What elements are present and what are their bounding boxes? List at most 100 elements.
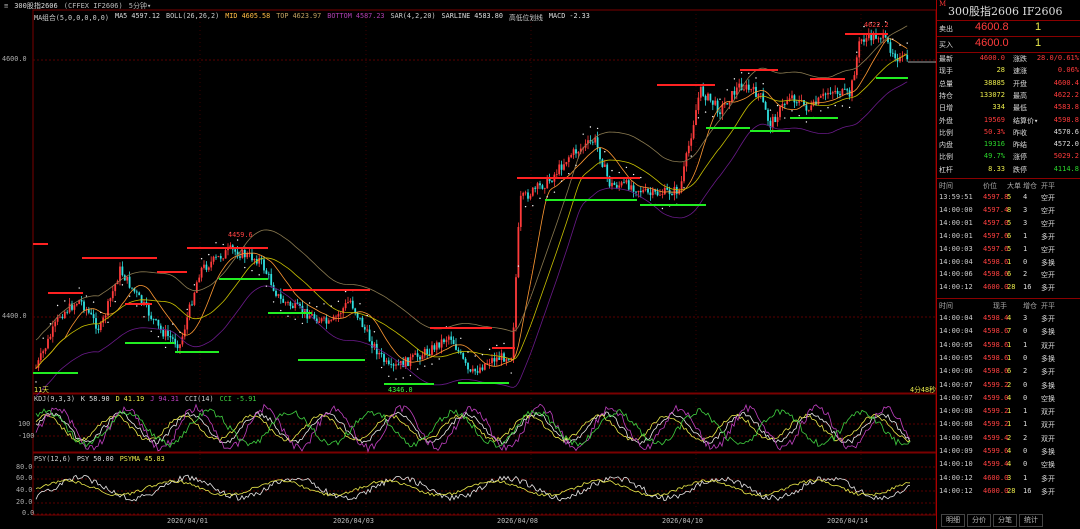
indicator-value: PSY(12,6)	[34, 455, 71, 463]
sar-dot	[402, 377, 404, 379]
trade-row[interactable]: 14:00:04 4598.4 4 3 多开	[937, 314, 1080, 326]
indicator-value: CCI(14)	[184, 395, 214, 403]
buy-row[interactable]: 买入 4600.0 1	[937, 37, 1080, 52]
candle-body	[906, 54, 909, 60]
trade-row[interactable]: 14:00:04 4598.6 7 0 多换	[937, 327, 1080, 339]
trade-cell: 8	[1007, 205, 1012, 214]
trade-row[interactable]: 14:00:08 4599.2 1 1 双开	[937, 420, 1080, 432]
trade-row[interactable]: 14:00:07 4599.2 2 0 多换	[937, 381, 1080, 393]
trade-row[interactable]: 14:00:09 4599.6 4 0 多换	[937, 447, 1080, 459]
candle-body	[666, 187, 669, 190]
candle-body	[291, 305, 294, 309]
candle-body	[839, 93, 841, 96]
candle-body	[791, 95, 793, 99]
candle-body	[263, 259, 265, 271]
trade-cell: 多开	[1041, 232, 1055, 241]
buy-price: 4600.0	[975, 37, 1009, 49]
candle-body	[171, 337, 174, 339]
stat-label: 现手	[939, 67, 953, 76]
trade-row[interactable]: 14:00:01 4597.6 6 1 多开	[937, 232, 1080, 244]
trade-row[interactable]: 14:00:01 4597.0 5 3 空开	[937, 219, 1080, 231]
trade-cell: 4600.0	[983, 283, 1009, 292]
sar-dot	[35, 381, 37, 383]
boll-top-line	[35, 25, 908, 341]
candle-body	[774, 116, 777, 123]
trade-row[interactable]: 14:00:07 4599.0 4 0 空换	[937, 394, 1080, 406]
trade-cell: 4	[1007, 460, 1012, 469]
stat-label: 持仓	[939, 91, 953, 100]
candle-body	[570, 154, 573, 158]
stat-value: 50.3%	[983, 127, 1005, 136]
trade-row[interactable]: 14:00:05 4598.6 1 0 多换	[937, 354, 1080, 366]
date-label: 2026/04/08	[497, 517, 538, 525]
candle-body	[335, 316, 337, 318]
trade-row[interactable]: 14:00:05 4598.6 1 1 双开	[937, 341, 1080, 353]
candle-body	[92, 314, 95, 319]
sar-dot	[539, 197, 541, 199]
trade-cell: 多开	[1041, 487, 1055, 496]
candle-body	[707, 93, 709, 101]
trade-row[interactable]: 14:00:12 4600.0 28 16 多开	[937, 283, 1080, 295]
candle-body	[327, 320, 330, 324]
candle-body	[368, 329, 371, 342]
trade-row[interactable]: 14:00:08 4599.2 1 1 双开	[937, 407, 1080, 419]
trade-row[interactable]: 14:00:04 4598.6 1 0 多换	[937, 258, 1080, 270]
tab-stats[interactable]: 统计	[1019, 514, 1043, 527]
trade-cell: 1	[1007, 420, 1012, 429]
trade-cell: 4597.0	[983, 218, 1009, 227]
trade-row[interactable]: 14:00:00 4597.4 8 3 空开	[937, 206, 1080, 218]
trade-row[interactable]: 14:00:09 4599.4 2 2 双开	[937, 434, 1080, 446]
tab-price[interactable]: 分价	[967, 514, 991, 527]
candle-body	[759, 93, 762, 95]
trade-row[interactable]: 14:00:03 4597.6 5 1 空开	[937, 245, 1080, 257]
sar-dot	[431, 363, 433, 365]
main-indicator-line: MA组合(5,0,0,0,0,0) MA5 4597.12 BOLL(26,26,2…	[34, 12, 590, 22]
menu-icon[interactable]: ≡	[4, 2, 8, 10]
sar-dot	[193, 284, 196, 286]
tab-tick[interactable]: 分笔	[993, 514, 1017, 527]
chart-area[interactable]: ≡ 300股指2606 (CFFEX IF2606) 5分钟▾ MA组合(5,0…	[0, 0, 936, 529]
candle-body	[311, 314, 313, 316]
date-label: 2026/04/14	[827, 517, 868, 525]
sar-dot	[388, 375, 390, 378]
sar-dot	[164, 346, 167, 349]
candle-body	[61, 316, 64, 319]
trade-row[interactable]: 14:00:06 4598.6 6 2 空开	[937, 270, 1080, 282]
sar-dot	[172, 323, 174, 325]
trade-row[interactable]: 13:59:51 4597.8 5 4 空开	[937, 193, 1080, 205]
sar-dot	[906, 42, 908, 44]
kdj-d-line	[35, 413, 911, 443]
trade-row[interactable]: 14:00:10 4599.4 4 0 空换	[937, 460, 1080, 472]
tab-detail[interactable]: 明细	[941, 514, 965, 527]
kline-chart[interactable]	[0, 0, 936, 529]
trade-cell: 4598.6	[983, 327, 1009, 336]
candle-body	[390, 364, 393, 365]
trade-cell: 6	[1007, 231, 1012, 240]
candle-body	[551, 181, 553, 182]
candle-body	[284, 302, 287, 304]
trade-cell: 时间	[939, 182, 953, 190]
symbol-name[interactable]: 300股指2606	[14, 1, 58, 11]
trade-row[interactable]: 14:00:06 4598.6 6 2 多开	[937, 367, 1080, 379]
trade-cell: 16	[1023, 283, 1032, 292]
candle-body	[656, 191, 659, 196]
candle-body	[764, 102, 767, 110]
sar-dot	[697, 117, 700, 119]
sar-dot	[330, 305, 332, 307]
candle-body	[380, 352, 383, 355]
candle-body	[318, 321, 321, 323]
candle-body	[613, 182, 616, 185]
candle-body	[450, 336, 453, 340]
candle-body	[488, 363, 491, 364]
sar-dot	[524, 205, 527, 208]
period-select[interactable]: 5分钟▾	[129, 1, 151, 11]
candle-body	[846, 89, 849, 91]
trade-row[interactable]: 14:00:12 4600.0 3 1 多开	[937, 474, 1080, 486]
candle-body	[627, 180, 630, 190]
trade-row[interactable]: 14:00:12 4600.0 28 16 多开	[937, 487, 1080, 499]
trade-cell: 5	[1007, 218, 1012, 227]
sell-row[interactable]: 卖出 4600.8 1	[937, 21, 1080, 36]
candle-body	[155, 318, 157, 320]
candle-body	[239, 256, 241, 258]
candle-body	[392, 364, 395, 366]
